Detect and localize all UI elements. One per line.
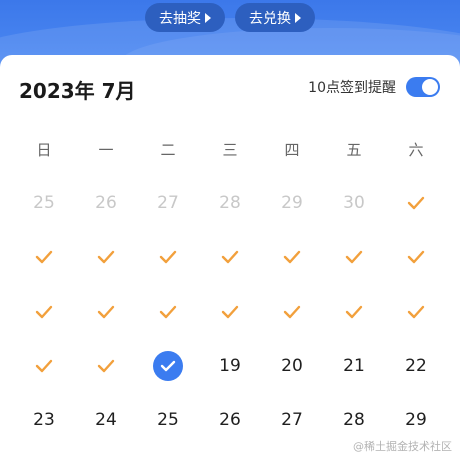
calendar-day-prev-month: 26 <box>95 193 117 213</box>
calendar-day-prev-month: 28 <box>219 193 241 213</box>
checkmark-icon <box>35 359 53 373</box>
exchange-button[interactable]: 去兑换 <box>235 3 315 32</box>
calendar-day[interactable]: 29 <box>385 400 447 440</box>
checkmark-icon <box>221 305 239 319</box>
calendar-week-row: 25 26 27 28 29 30 <box>13 183 447 223</box>
calendar-week-row <box>13 292 447 332</box>
calendar-day-checked[interactable] <box>261 237 323 277</box>
weekday-label: 五 <box>346 140 362 159</box>
calendar-day-today[interactable] <box>137 346 199 386</box>
checkmark-icon <box>160 360 176 372</box>
weekday-label: 日 <box>36 140 52 159</box>
weekday-label: 二 <box>160 140 176 159</box>
weekday-label: 六 <box>408 140 424 159</box>
checkmark-icon <box>159 305 177 319</box>
calendar-day-checked[interactable] <box>137 292 199 332</box>
reminder-label: 10点签到提醒 <box>308 80 396 96</box>
calendar-day-prev-month: 30 <box>343 193 365 213</box>
calendar-day-checked[interactable] <box>385 292 447 332</box>
toggle-knob <box>422 79 438 95</box>
calendar-day[interactable]: 24 <box>75 400 137 440</box>
weekday-label: 四 <box>284 140 300 159</box>
weekday-label: 一 <box>98 140 114 159</box>
checkmark-icon <box>97 305 115 319</box>
calendar-week-row <box>13 237 447 277</box>
calendar-day-checked[interactable] <box>199 237 261 277</box>
calendar-day-checked[interactable] <box>75 346 137 386</box>
exchange-button-label: 去兑换 <box>249 10 291 27</box>
calendar-day[interactable]: 25 <box>137 400 199 440</box>
checkmark-icon <box>407 305 425 319</box>
calendar-week-row: 23 24 25 26 27 28 29 <box>13 400 447 440</box>
calendar-day-checked[interactable] <box>385 183 447 223</box>
play-arrow-icon <box>205 12 211 23</box>
play-arrow-icon <box>295 12 301 23</box>
calendar-day[interactable]: 19 <box>199 346 261 386</box>
calendar-day-prev-month: 27 <box>157 193 179 213</box>
calendar-day[interactable]: 22 <box>385 346 447 386</box>
calendar-day-checked[interactable] <box>75 237 137 277</box>
calendar-day[interactable]: 27 <box>261 400 323 440</box>
calendar-day-prev-month: 29 <box>281 193 303 213</box>
checkmark-icon <box>35 250 53 264</box>
weekday-label: 三 <box>222 140 238 159</box>
checkmark-icon <box>345 250 363 264</box>
calendar-day-prev-month: 25 <box>33 193 55 213</box>
calendar-day-checked[interactable] <box>13 346 75 386</box>
checkmark-icon <box>159 250 177 264</box>
lottery-button-label: 去抽奖 <box>159 10 201 27</box>
calendar-day-checked[interactable] <box>385 237 447 277</box>
calendar-day-checked[interactable] <box>199 292 261 332</box>
calendar-week-row: 19 20 21 22 <box>13 346 447 386</box>
checkmark-icon <box>283 250 301 264</box>
calendar-day[interactable]: 21 <box>323 346 385 386</box>
calendar-day-checked[interactable] <box>13 292 75 332</box>
calendar-day[interactable]: 28 <box>323 400 385 440</box>
checkmark-icon <box>97 359 115 373</box>
month-title: 2023年 7月 <box>19 79 136 103</box>
calendar-day[interactable]: 23 <box>13 400 75 440</box>
calendar-day-checked[interactable] <box>75 292 137 332</box>
reminder-toggle[interactable] <box>406 77 440 97</box>
calendar-card: 2023年 7月 10点签到提醒 日 一 二 三 四 五 六 25 26 27 … <box>0 55 460 460</box>
checkmark-icon <box>407 196 425 210</box>
checkmark-icon <box>283 305 301 319</box>
today-check-badge <box>153 351 183 381</box>
calendar-day-checked[interactable] <box>261 292 323 332</box>
lottery-button[interactable]: 去抽奖 <box>145 3 225 32</box>
weekday-header: 日 一 二 三 四 五 六 <box>13 139 447 159</box>
checkmark-icon <box>35 305 53 319</box>
reminder-setting: 10点签到提醒 <box>308 77 440 97</box>
checkmark-icon <box>97 250 115 264</box>
checkmark-icon <box>345 305 363 319</box>
calendar-day[interactable]: 26 <box>199 400 261 440</box>
calendar-day-checked[interactable] <box>137 237 199 277</box>
watermark: @稀土掘金技术社区 <box>353 440 452 453</box>
calendar-day-checked[interactable] <box>323 237 385 277</box>
calendar-day-checked[interactable] <box>13 237 75 277</box>
checkmark-icon <box>221 250 239 264</box>
calendar-day-checked[interactable] <box>323 292 385 332</box>
checkmark-icon <box>407 250 425 264</box>
calendar-day[interactable]: 20 <box>261 346 323 386</box>
